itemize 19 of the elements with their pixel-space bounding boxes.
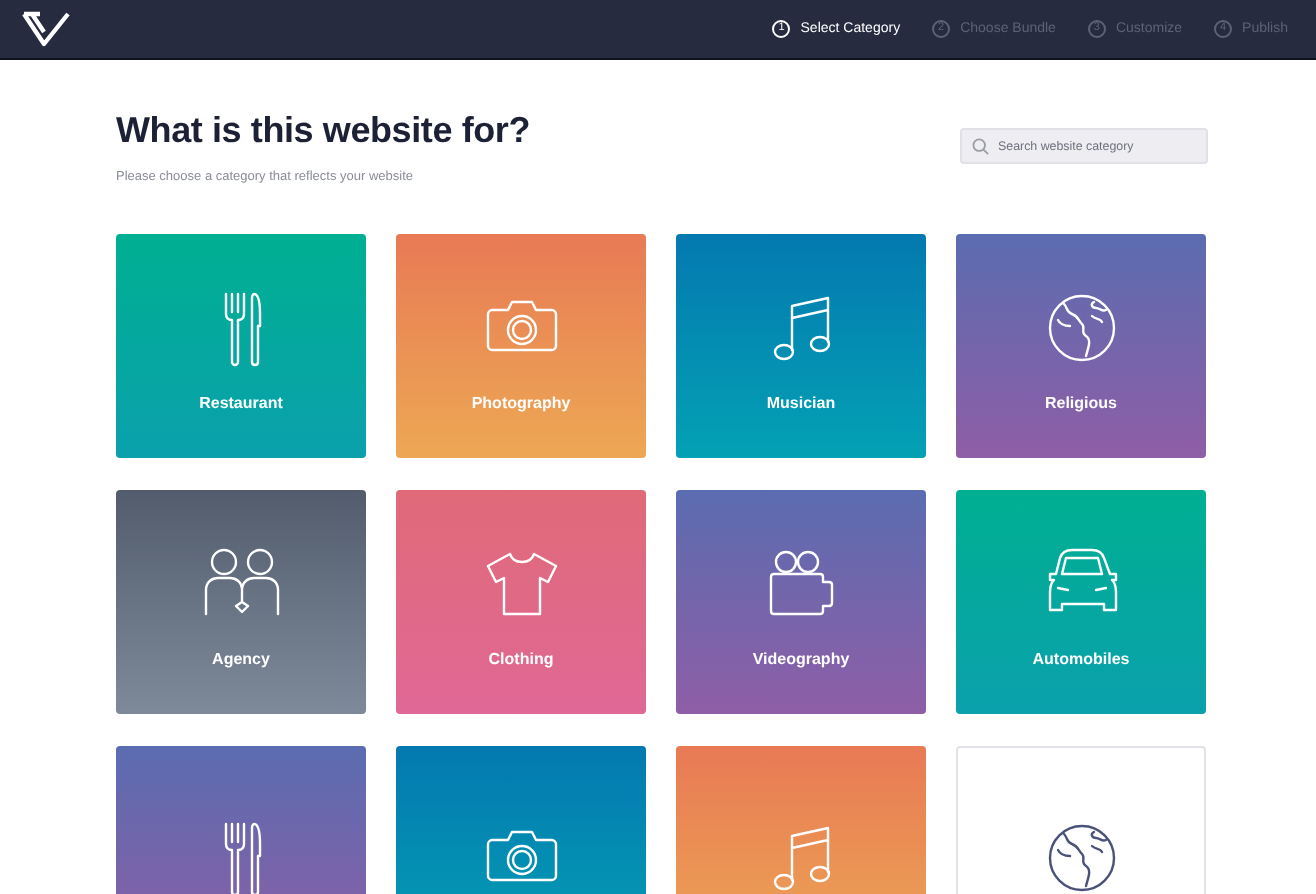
search-icon	[972, 138, 990, 156]
category-card[interactable]: Religious	[956, 234, 1206, 458]
category-card[interactable]: Musician	[676, 234, 926, 458]
category-label: Musician	[766, 393, 836, 411]
category-label: Restaurant	[199, 393, 283, 411]
category-label: Videography	[752, 649, 850, 667]
page-heading: What is this website for?	[116, 110, 531, 152]
category-label: Religious	[1044, 393, 1117, 411]
category-card[interactable]: Restaurant	[116, 234, 366, 458]
category-card[interactable]: Automobiles	[956, 490, 1206, 714]
category-card[interactable]: Agency	[116, 490, 366, 714]
category-card[interactable]: Photography	[396, 234, 646, 458]
category-label: Clothing	[488, 649, 554, 667]
logo-icon[interactable]	[20, 9, 72, 49]
category-card[interactable]: Videography	[676, 490, 926, 714]
category-label: Photography	[471, 393, 571, 411]
category-label: Automobiles	[1032, 649, 1130, 667]
category-label: Agency	[212, 649, 270, 667]
category-card[interactable]: Clothing	[396, 490, 646, 714]
